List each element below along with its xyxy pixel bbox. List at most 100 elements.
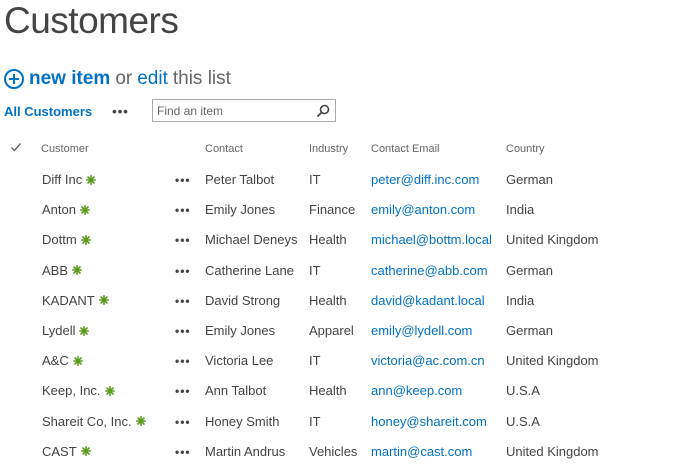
new-badge-icon xyxy=(98,295,109,306)
customer-cell: CAST xyxy=(42,443,91,461)
column-header-customer[interactable]: Customer xyxy=(41,143,89,155)
contact-cell: Victoria Lee xyxy=(205,353,274,369)
customer-name[interactable]: Dottm xyxy=(42,232,77,247)
email-link[interactable]: michael@bottm.local xyxy=(371,231,492,249)
email-link[interactable]: emily@lydell.com xyxy=(371,322,472,340)
table-row[interactable]: Lydell ••• Emily Jones Apparel emily@lydell.… xyxy=(0,322,682,352)
page-title: Customers xyxy=(4,0,179,41)
item-menu-button[interactable]: ••• xyxy=(175,352,191,370)
column-header-industry[interactable]: Industry xyxy=(309,143,348,155)
customer-name[interactable]: Lydell xyxy=(42,323,75,338)
column-header-country[interactable]: Country xyxy=(506,143,545,155)
customer-cell: Keep, Inc. xyxy=(42,382,115,400)
customer-cell: Dottm xyxy=(42,231,91,249)
country-cell: German xyxy=(506,172,553,187)
search-box xyxy=(152,99,336,122)
new-badge-icon xyxy=(86,174,97,185)
email-link[interactable]: victoria@ac.com.cn xyxy=(371,352,485,370)
select-all-check-icon[interactable] xyxy=(10,141,22,153)
item-menu-button[interactable]: ••• xyxy=(175,443,191,461)
customer-name[interactable]: Keep, Inc. xyxy=(42,383,101,398)
email-link[interactable]: peter@diff.inc.com xyxy=(371,171,479,189)
new-badge-icon xyxy=(104,385,115,396)
customer-name[interactable]: Shareit Co, Inc. xyxy=(42,414,132,429)
new-badge-icon xyxy=(72,355,83,366)
customer-cell: Shareit Co, Inc. xyxy=(42,413,146,431)
country-cell: United Kingdom xyxy=(506,353,599,369)
item-menu-button[interactable]: ••• xyxy=(175,322,191,340)
customer-cell: ABB xyxy=(42,262,83,280)
customer-cell: A&C xyxy=(42,352,83,370)
item-menu-button[interactable]: ••• xyxy=(175,231,191,249)
industry-cell: Health xyxy=(309,383,347,399)
new-item-row: new item or edit this list xyxy=(4,66,231,92)
customer-name[interactable]: ABB xyxy=(42,263,68,278)
customer-name[interactable]: CAST xyxy=(42,444,77,459)
new-badge-icon xyxy=(79,325,90,336)
customer-cell: Lydell xyxy=(42,322,90,340)
contact-cell: Honey Smith xyxy=(205,413,280,429)
industry-cell: IT xyxy=(309,353,321,369)
contact-cell: David Strong xyxy=(205,292,281,308)
new-badge-icon xyxy=(79,204,90,215)
add-icon[interactable] xyxy=(4,69,24,89)
customer-cell: Diff Inc xyxy=(42,171,97,189)
table-row[interactable]: CAST ••• Martin Andrus Vehicles martin@cast.… xyxy=(0,443,682,473)
customer-name[interactable]: KADANT xyxy=(42,293,95,308)
table-row[interactable]: Dottm ••• Michael Deneys Health michael@bott… xyxy=(0,231,682,261)
item-menu-button[interactable]: ••• xyxy=(175,201,191,219)
or-text: or xyxy=(115,68,133,89)
item-menu-button[interactable]: ••• xyxy=(175,413,191,431)
email-link[interactable]: catherine@abb.com xyxy=(371,262,488,280)
column-header-contact[interactable]: Contact xyxy=(205,143,243,155)
industry-cell: Finance xyxy=(309,202,356,218)
search-input[interactable] xyxy=(157,102,307,119)
table-row[interactable]: Keep, Inc. ••• Ann Talbot Health ann@keep.co… xyxy=(0,382,682,412)
column-header-email[interactable]: Contact Email xyxy=(371,143,439,155)
view-row: All Customers ••• xyxy=(4,98,129,124)
country-cell: German xyxy=(506,323,553,338)
new-badge-icon xyxy=(80,446,91,457)
industry-cell: IT xyxy=(309,172,321,187)
industry-cell: Vehicles xyxy=(309,443,358,459)
table-row[interactable]: ABB ••• Catherine Lane IT catherine@abb.com G… xyxy=(0,262,682,292)
contact-cell: Emily Jones xyxy=(205,202,276,218)
table-row[interactable]: Anton ••• Emily Jones Finance emily@anton.co… xyxy=(0,201,682,231)
new-badge-icon xyxy=(80,234,91,245)
view-all-customers[interactable]: All Customers xyxy=(4,104,92,119)
table-row[interactable]: A&C ••• Victoria Lee IT victoria@ac.com.cn Un… xyxy=(0,352,682,382)
contact-cell: Michael Deneys xyxy=(205,232,298,248)
contact-cell: Emily Jones xyxy=(205,323,276,338)
new-badge-icon xyxy=(72,265,83,276)
view-more-button[interactable]: ••• xyxy=(112,104,129,119)
new-item-link[interactable]: new item xyxy=(29,68,110,90)
item-menu-button[interactable]: ••• xyxy=(175,171,191,189)
country-cell: U.S.A xyxy=(506,383,540,399)
this-list-text: this list xyxy=(172,68,231,89)
item-menu-button[interactable]: ••• xyxy=(175,262,191,280)
industry-cell: IT xyxy=(309,262,321,278)
customer-cell: Anton xyxy=(42,201,90,219)
contact-cell: Martin Andrus xyxy=(205,443,286,459)
search-icon[interactable] xyxy=(316,104,330,118)
country-cell: India xyxy=(506,292,535,308)
table-row[interactable]: Shareit Co, Inc. ••• Honey Smith IT honey@sh… xyxy=(0,413,682,443)
customer-name[interactable]: A&C xyxy=(42,353,69,368)
customer-name[interactable]: Diff Inc xyxy=(42,172,82,187)
contact-cell: Catherine Lane xyxy=(205,262,294,278)
edit-link[interactable]: edit xyxy=(137,68,168,90)
country-cell: German xyxy=(506,262,553,278)
table-row[interactable]: Diff Inc ••• Peter Talbot IT peter@diff.inc.… xyxy=(0,171,682,201)
customer-name[interactable]: Anton xyxy=(42,202,76,217)
email-link[interactable]: martin@cast.com xyxy=(371,443,472,461)
industry-cell: Apparel xyxy=(309,323,354,338)
item-menu-button[interactable]: ••• xyxy=(175,382,191,400)
email-link[interactable]: ann@keep.com xyxy=(371,382,462,400)
table-row[interactable]: KADANT ••• David Strong Health david@kadant.… xyxy=(0,292,682,322)
email-link[interactable]: david@kadant.local xyxy=(371,292,485,310)
email-link[interactable]: emily@anton.com xyxy=(371,201,475,219)
item-menu-button[interactable]: ••• xyxy=(175,292,191,310)
country-cell: United Kingdom xyxy=(506,232,599,248)
contact-cell: Ann Talbot xyxy=(205,383,267,399)
email-link[interactable]: honey@shareit.com xyxy=(371,413,487,431)
